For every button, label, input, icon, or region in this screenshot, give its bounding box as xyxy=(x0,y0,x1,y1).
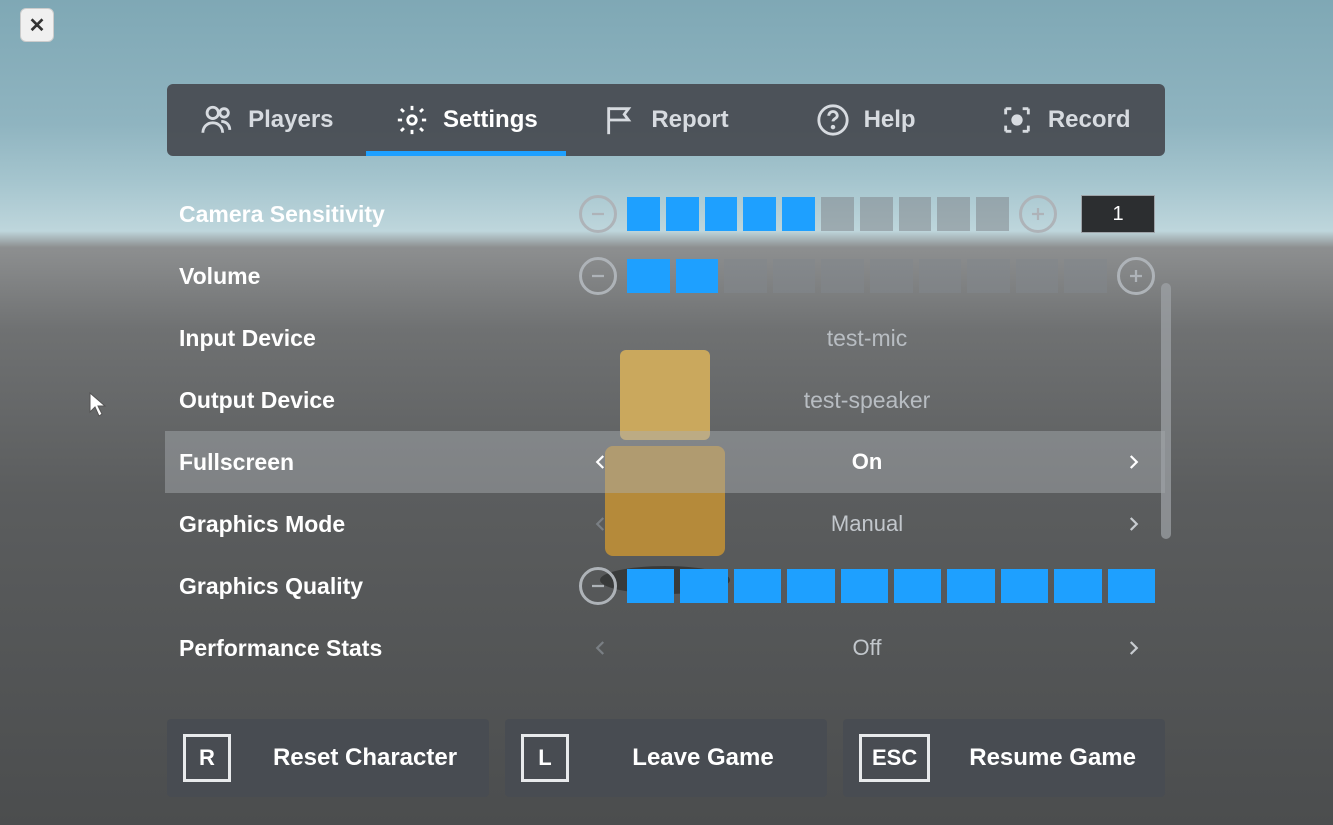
tab-report-label: Report xyxy=(651,106,728,134)
tab-help[interactable]: Help xyxy=(766,84,966,156)
flag-icon xyxy=(603,103,637,137)
output-device-label: Output Device xyxy=(179,387,579,414)
tab-players[interactable]: Players xyxy=(167,84,367,156)
tab-record-label: Record xyxy=(1048,106,1131,134)
camera-decrease-button[interactable] xyxy=(579,195,617,233)
row-output-device: Output Device test-speaker xyxy=(167,369,1165,431)
row-volume: Volume xyxy=(167,245,1165,307)
fullscreen-value: On xyxy=(623,449,1111,475)
performance-stats-prev-button[interactable] xyxy=(579,626,623,670)
performance-stats-next-button[interactable] xyxy=(1111,626,1155,670)
output-device-value: test-speaker xyxy=(579,387,1155,414)
gear-icon xyxy=(395,103,429,137)
input-device-label: Input Device xyxy=(179,325,579,352)
graphics-quality-slider[interactable] xyxy=(627,569,1155,603)
volume-increase-button[interactable] xyxy=(1117,257,1155,295)
row-performance-stats: Performance Stats Off xyxy=(167,617,1165,679)
tab-report[interactable]: Report xyxy=(566,84,766,156)
tab-players-label: Players xyxy=(248,106,333,134)
reset-character-label: Reset Character xyxy=(257,744,473,772)
fullscreen-selector: On xyxy=(579,440,1155,484)
leave-game-label: Leave Game xyxy=(595,744,811,772)
chevron-right-icon xyxy=(1124,447,1142,477)
resume-keycap: ESC xyxy=(859,734,930,782)
tab-bar: Players Settings Report Help Record xyxy=(167,84,1165,156)
minus-icon xyxy=(589,267,607,285)
chevron-right-icon xyxy=(1124,633,1142,663)
fullscreen-prev-button[interactable] xyxy=(579,440,623,484)
performance-stats-label: Performance Stats xyxy=(179,635,579,662)
graphics-quality-decrease-button[interactable] xyxy=(579,567,617,605)
chevron-right-icon xyxy=(1124,509,1142,539)
fullscreen-label: Fullscreen xyxy=(179,449,579,476)
volume-slider[interactable] xyxy=(627,259,1107,293)
fullscreen-next-button[interactable] xyxy=(1111,440,1155,484)
reset-character-button[interactable]: R Reset Character xyxy=(167,719,489,797)
plus-icon xyxy=(1029,205,1047,223)
close-button[interactable]: ✕ xyxy=(20,8,54,42)
camera-sensitivity-label: Camera Sensitivity xyxy=(179,201,579,228)
graphics-mode-prev-button[interactable] xyxy=(579,502,623,546)
bottom-button-bar: R Reset Character L Leave Game ESC Resum… xyxy=(167,719,1165,797)
tab-record[interactable]: Record xyxy=(965,84,1165,156)
volume-decrease-button[interactable] xyxy=(579,257,617,295)
leave-game-button[interactable]: L Leave Game xyxy=(505,719,827,797)
settings-panel: Camera Sensitivity 1 Volume Input Device xyxy=(167,183,1165,693)
graphics-mode-label: Graphics Mode xyxy=(179,511,579,538)
graphics-mode-selector: Manual xyxy=(579,502,1155,546)
help-icon xyxy=(816,103,850,137)
chevron-left-icon xyxy=(592,447,610,477)
row-input-device: Input Device test-mic xyxy=(167,307,1165,369)
performance-stats-selector: Off xyxy=(579,626,1155,670)
row-graphics-mode: Graphics Mode Manual xyxy=(167,493,1165,555)
plus-icon xyxy=(1127,267,1145,285)
graphics-mode-next-button[interactable] xyxy=(1111,502,1155,546)
players-icon xyxy=(200,103,234,137)
graphics-quality-label: Graphics Quality xyxy=(179,573,579,600)
row-graphics-quality: Graphics Quality xyxy=(167,555,1165,617)
camera-increase-button[interactable] xyxy=(1019,195,1057,233)
minus-icon xyxy=(589,577,607,595)
row-fullscreen[interactable]: Fullscreen On xyxy=(165,431,1165,493)
performance-stats-value: Off xyxy=(623,635,1111,661)
input-device-value: test-mic xyxy=(579,325,1155,352)
settings-scrollbar[interactable] xyxy=(1161,283,1171,539)
cursor-icon xyxy=(89,392,107,418)
record-icon xyxy=(1000,103,1034,137)
camera-sensitivity-slider[interactable] xyxy=(627,197,1009,231)
tab-help-label: Help xyxy=(864,106,916,134)
row-camera-sensitivity: Camera Sensitivity 1 xyxy=(167,183,1165,245)
leave-keycap: L xyxy=(521,734,569,782)
chevron-left-icon xyxy=(592,509,610,539)
volume-label: Volume xyxy=(179,263,579,290)
chevron-left-icon xyxy=(592,633,610,663)
camera-sensitivity-value[interactable]: 1 xyxy=(1081,195,1155,233)
tab-settings-label: Settings xyxy=(443,106,538,134)
resume-game-label: Resume Game xyxy=(956,744,1149,772)
graphics-mode-value: Manual xyxy=(623,511,1111,537)
resume-game-button[interactable]: ESC Resume Game xyxy=(843,719,1165,797)
tab-settings[interactable]: Settings xyxy=(367,84,567,156)
minus-icon xyxy=(589,205,607,223)
reset-keycap: R xyxy=(183,734,231,782)
